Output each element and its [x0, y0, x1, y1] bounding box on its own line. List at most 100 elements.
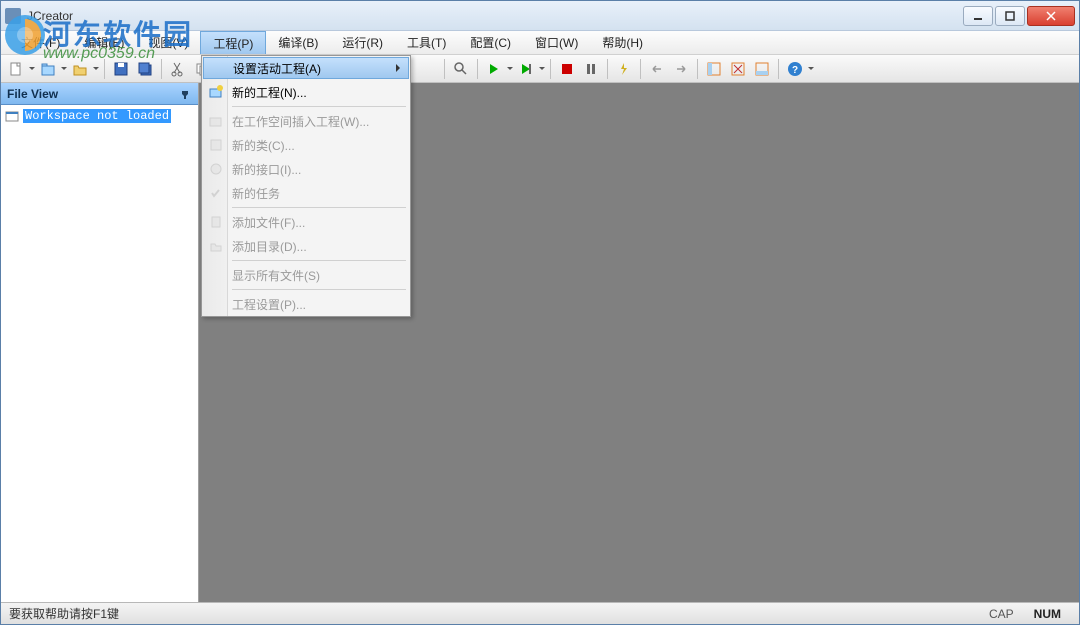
dd-label: 新的类(C)...: [232, 137, 295, 154]
status-cap: CAP: [979, 607, 1024, 621]
dd-label: 新的接口(I)...: [232, 161, 301, 178]
tree-root-item[interactable]: Workspace not loaded: [5, 109, 194, 123]
tb-debug-dropdown[interactable]: [539, 58, 545, 80]
menu-window[interactable]: 窗口(W): [523, 31, 590, 54]
maximize-button[interactable]: [995, 6, 1025, 26]
menu-file[interactable]: 文件(F): [9, 31, 72, 54]
tb-sep1: [104, 59, 105, 79]
tb-forward[interactable]: [670, 58, 692, 80]
new-task-icon: [208, 185, 224, 201]
tb-sep9: [640, 59, 641, 79]
minimize-button[interactable]: [963, 6, 993, 26]
dd-label: 添加目录(D)...: [232, 238, 307, 255]
dd-label: 新的工程(N)...: [232, 84, 307, 101]
arrow-right-icon: [673, 61, 689, 77]
tree-item-label: Workspace not loaded: [23, 109, 171, 123]
tb-open-dropdown[interactable]: [93, 58, 99, 80]
tb-cut[interactable]: [167, 58, 189, 80]
insert-project-icon: [208, 113, 224, 129]
tb-new-dropdown[interactable]: [29, 58, 35, 80]
tb-new[interactable]: [5, 58, 27, 80]
tb-back[interactable]: [646, 58, 668, 80]
dd-project-settings[interactable]: 工程设置(P)...: [202, 292, 410, 316]
tb-debug[interactable]: [515, 58, 537, 80]
dd-add-file[interactable]: 添加文件(F)...: [202, 210, 410, 234]
menu-view[interactable]: 视图(V): [136, 31, 200, 54]
dd-label: 工程设置(P)...: [232, 296, 306, 313]
add-folder-icon: [208, 238, 224, 254]
statusbar: 要获取帮助请按F1键 CAP NUM: [1, 602, 1079, 624]
dd-set-active-project[interactable]: 设置活动工程(A): [203, 57, 409, 79]
new-class-icon: [208, 137, 224, 153]
dd-sep: [232, 207, 406, 208]
file-view-header: File View: [1, 83, 198, 105]
new-file-icon: [8, 61, 24, 77]
new-project-icon: [40, 61, 56, 77]
dd-sep: [232, 260, 406, 261]
dd-label: 在工作空间插入工程(W)...: [232, 113, 369, 130]
tb-run-dropdown[interactable]: [507, 58, 513, 80]
file-tree[interactable]: Workspace not loaded: [1, 105, 198, 604]
bolt-icon: [616, 61, 632, 77]
tb-new-project-dropdown[interactable]: [61, 58, 67, 80]
debug-icon: [518, 61, 534, 77]
view1-icon: [706, 61, 722, 77]
tb-bolt[interactable]: [613, 58, 635, 80]
tb-open[interactable]: [69, 58, 91, 80]
tb-view2[interactable]: [727, 58, 749, 80]
tb-help-dropdown[interactable]: [808, 58, 814, 80]
tb-stop[interactable]: [556, 58, 578, 80]
find-icon: [453, 61, 469, 77]
svg-text:?: ?: [792, 65, 798, 76]
pin-icon: [180, 89, 190, 99]
arrow-left-icon: [649, 61, 665, 77]
dd-label: 显示所有文件(S): [232, 267, 320, 284]
view2-icon: [730, 61, 746, 77]
dd-label: 添加文件(F)...: [232, 214, 305, 231]
menu-config[interactable]: 配置(C): [458, 31, 523, 54]
maximize-icon: [1005, 11, 1015, 21]
tb-sep5: [444, 59, 445, 79]
dd-new-class[interactable]: 新的类(C)...: [202, 133, 410, 157]
dd-show-all-files[interactable]: 显示所有文件(S): [202, 263, 410, 287]
main-area: File View Workspace not loaded: [1, 83, 1079, 604]
minimize-icon: [973, 11, 983, 21]
view3-icon: [754, 61, 770, 77]
pane-pin-button[interactable]: [178, 87, 192, 101]
menu-run[interactable]: 运行(R): [330, 31, 395, 54]
status-hint: 要获取帮助请按F1键: [9, 605, 979, 622]
menu-edit[interactable]: 编辑(E): [72, 31, 136, 54]
close-button[interactable]: [1027, 6, 1075, 26]
menu-help[interactable]: 帮助(H): [590, 31, 655, 54]
dd-insert-project[interactable]: 在工作空间插入工程(W)...: [202, 109, 410, 133]
dd-new-task[interactable]: 新的任务: [202, 181, 410, 205]
tb-sep8: [607, 59, 608, 79]
dd-add-folder[interactable]: 添加目录(D)...: [202, 234, 410, 258]
dd-new-interface[interactable]: 新的接口(I)...: [202, 157, 410, 181]
menu-tools[interactable]: 工具(T): [395, 31, 458, 54]
stop-icon: [559, 61, 575, 77]
tb-find[interactable]: [450, 58, 472, 80]
tb-pause[interactable]: [580, 58, 602, 80]
menu-compile[interactable]: 编译(B): [266, 31, 330, 54]
tb-help[interactable]: ?: [784, 58, 806, 80]
project-menu-dropdown: 设置活动工程(A) 新的工程(N)... 在工作空间插入工程(W)... 新的类…: [201, 55, 411, 317]
app-icon: [5, 8, 21, 24]
tb-sep2: [161, 59, 162, 79]
dd-new-project[interactable]: 新的工程(N)...: [202, 80, 410, 104]
tb-sep7: [550, 59, 551, 79]
window-controls: [963, 6, 1075, 26]
dd-sep: [232, 106, 406, 107]
tb-save[interactable]: [110, 58, 132, 80]
app-window: JCreator 文件(F) 编辑(E) 视图(V) 工程(P) 编译(B) 运…: [0, 0, 1080, 625]
status-num: NUM: [1024, 607, 1071, 621]
toolbar: ?: [1, 55, 1079, 83]
tb-new-project[interactable]: [37, 58, 59, 80]
new-interface-icon: [208, 161, 224, 177]
menu-project[interactable]: 工程(P): [200, 31, 266, 54]
tb-save-all[interactable]: [134, 58, 156, 80]
tb-view3[interactable]: [751, 58, 773, 80]
tb-view1[interactable]: [703, 58, 725, 80]
help-icon: ?: [787, 61, 803, 77]
tb-run[interactable]: [483, 58, 505, 80]
